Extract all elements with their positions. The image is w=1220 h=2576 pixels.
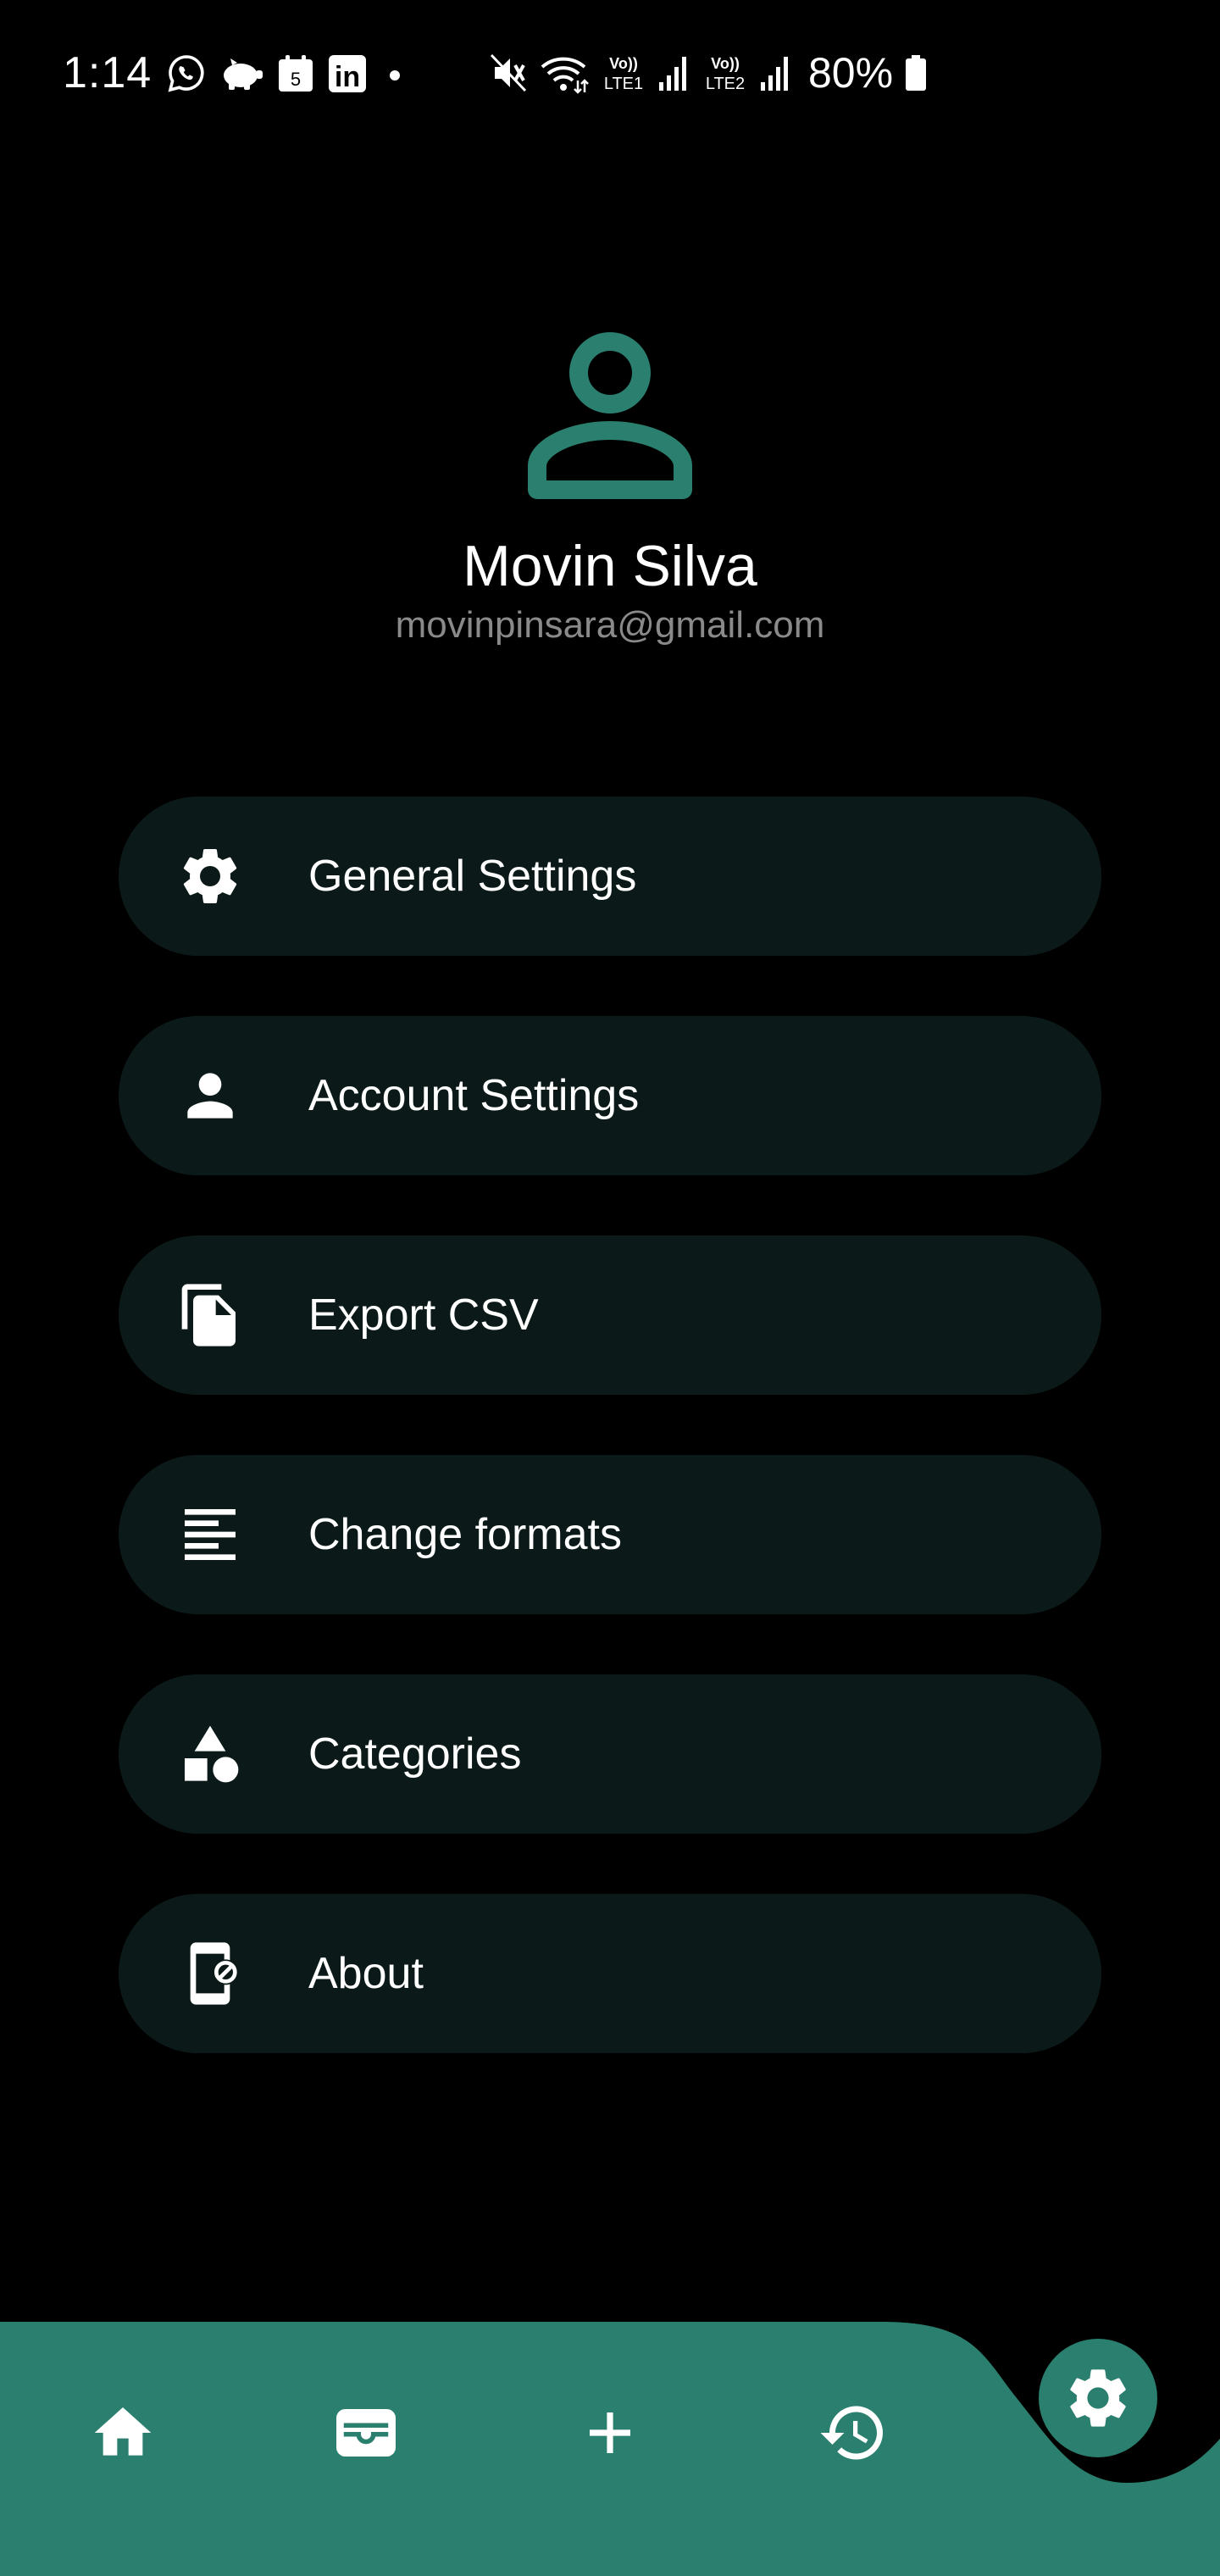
nav-home-button[interactable] <box>76 2386 169 2479</box>
menu-label-account-settings: Account Settings <box>308 1071 640 1120</box>
profile-name: Movin Silva <box>463 534 757 598</box>
piggy-bank-icon <box>224 58 263 90</box>
menu-label-change-formats: Change formats <box>308 1510 622 1559</box>
signal-2-icon <box>761 57 788 91</box>
menu-label-about: About <box>308 1949 424 1998</box>
status-bar: 1:14 5 in Vo)) LTE1 Vo)) LTE2 80% <box>0 0 1220 144</box>
menu-item-export-csv[interactable]: Export CSV <box>119 1235 1101 1395</box>
profile-email: movinpinsara@gmail.com <box>395 604 825 646</box>
status-left-icons: 5 in <box>166 53 410 95</box>
person-outline-icon <box>528 332 692 499</box>
nav-add-button[interactable] <box>563 2386 657 2479</box>
svg-text:5: 5 <box>291 69 301 90</box>
home-icon <box>94 2407 152 2456</box>
menu-item-change-formats[interactable]: Change formats <box>119 1455 1101 1614</box>
whatsapp-icon <box>168 55 204 92</box>
signal-1-icon <box>659 57 686 91</box>
nav-history-button[interactable] <box>807 2386 900 2479</box>
menu-item-general-settings[interactable]: General Settings <box>119 797 1101 956</box>
device-info-icon <box>190 1942 239 2005</box>
gear-icon <box>1070 2369 1126 2427</box>
menu-item-about[interactable]: About <box>119 1894 1101 2053</box>
shapes-icon <box>185 1725 239 1783</box>
menu-item-account-settings[interactable]: Account Settings <box>119 1016 1101 1175</box>
nav-wallet-button[interactable] <box>319 2386 413 2479</box>
svg-text:Vo)): Vo)) <box>609 55 638 72</box>
mute-icon <box>490 53 527 92</box>
history-icon <box>820 2406 883 2460</box>
dot-icon <box>390 70 400 80</box>
nav-settings-fab[interactable] <box>1039 2339 1157 2457</box>
wallet-icon <box>336 2409 396 2457</box>
linkedin-icon: in <box>329 55 366 93</box>
calendar-icon: 5 <box>279 55 313 92</box>
menu-label-general-settings: General Settings <box>308 852 637 901</box>
svg-text:LTE1: LTE1 <box>604 75 643 93</box>
copy-file-icon <box>181 1284 236 1346</box>
volte-lte1-icon: Vo)) LTE1 <box>604 55 643 93</box>
wifi-icon <box>541 57 589 94</box>
person-icon <box>187 1073 233 1119</box>
menu-label-categories: Categories <box>308 1729 522 1779</box>
battery-icon <box>906 55 927 91</box>
gear-icon <box>183 848 237 903</box>
svg-text:in: in <box>335 61 360 93</box>
svg-text:LTE2: LTE2 <box>706 75 745 93</box>
status-time: 1:14 <box>63 48 152 97</box>
text-lines-icon <box>185 1509 236 1560</box>
plus-icon <box>590 2412 630 2453</box>
menu-label-export-csv: Export CSV <box>308 1291 539 1340</box>
status-right-icons: Vo)) LTE1 Vo)) LTE2 80% <box>488 47 929 98</box>
bottom-navigation-bar <box>0 2322 1220 2576</box>
svg-text:Vo)): Vo)) <box>711 55 740 72</box>
menu-item-categories[interactable]: Categories <box>119 1674 1101 1834</box>
battery-percent: 80% <box>808 49 894 97</box>
volte-lte2-icon: Vo)) LTE2 <box>706 55 745 93</box>
